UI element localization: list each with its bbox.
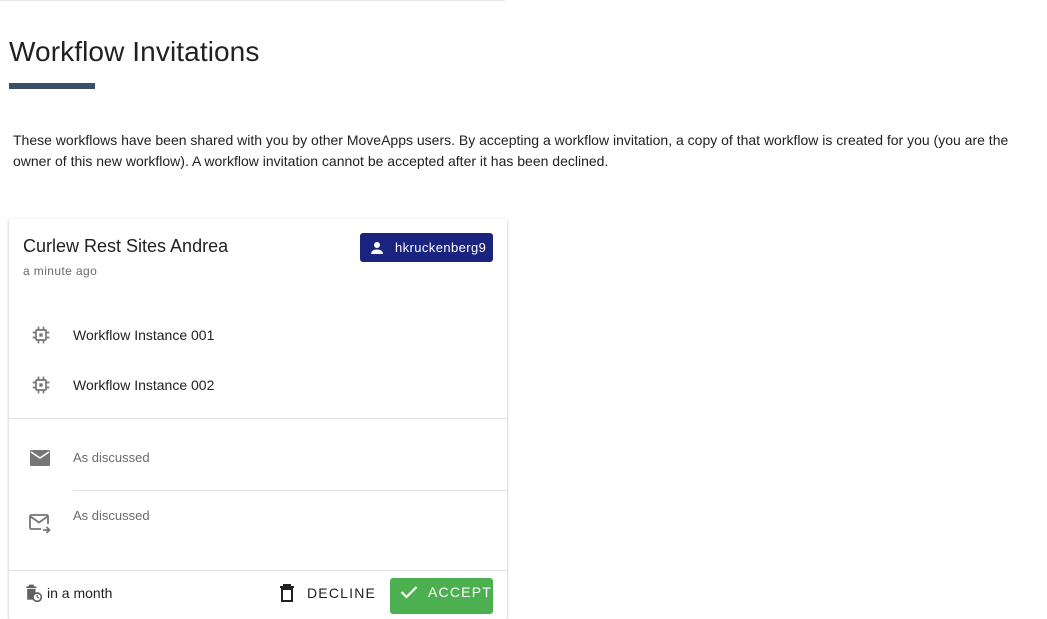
message-text: As discussed bbox=[73, 450, 150, 465]
message-row: As discussed bbox=[9, 507, 507, 541]
sender-chip[interactable]: hkruckenberg9 bbox=[360, 233, 493, 262]
delete-clock-icon bbox=[26, 584, 43, 603]
intro-text: These workflows have been shared with yo… bbox=[13, 132, 1009, 169]
instance-row: Workflow Instance 002 bbox=[9, 365, 507, 405]
chip-icon bbox=[32, 326, 50, 344]
accept-label: ACCEPT bbox=[428, 584, 492, 600]
section-divider bbox=[9, 418, 507, 419]
page-title: Workflow Invitations bbox=[9, 36, 260, 67]
mail-icon bbox=[30, 450, 50, 466]
decline-label: DECLINE bbox=[307, 585, 377, 601]
workflow-name: Curlew Rest Sites Andrea bbox=[23, 236, 229, 256]
person-icon bbox=[371, 241, 383, 254]
title-underline bbox=[9, 83, 95, 89]
invitation-card: Curlew Rest Sites Andrea a minute ago hk… bbox=[9, 219, 507, 619]
check-icon bbox=[400, 586, 418, 599]
expiry-info: in a month bbox=[23, 583, 112, 603]
instance-label: Workflow Instance 001 bbox=[73, 327, 215, 343]
trash-icon bbox=[280, 584, 294, 602]
message-divider bbox=[73, 490, 507, 491]
shared-time: a minute ago bbox=[23, 264, 98, 278]
mail-sent-icon bbox=[29, 514, 51, 534]
top-divider bbox=[0, 0, 505, 1]
message-row: As discussed bbox=[9, 449, 507, 479]
decline-button[interactable]: DECLINE bbox=[271, 578, 384, 608]
sender-username: hkruckenberg9 bbox=[395, 240, 487, 255]
instance-row: Workflow Instance 001 bbox=[9, 315, 507, 355]
footer-divider bbox=[9, 570, 507, 571]
chip-icon bbox=[32, 376, 50, 394]
expiry-text: in a month bbox=[47, 585, 113, 601]
accept-button[interactable]: ACCEPT bbox=[390, 578, 493, 614]
instance-label: Workflow Instance 002 bbox=[73, 377, 215, 393]
message-text: As discussed bbox=[73, 508, 150, 523]
